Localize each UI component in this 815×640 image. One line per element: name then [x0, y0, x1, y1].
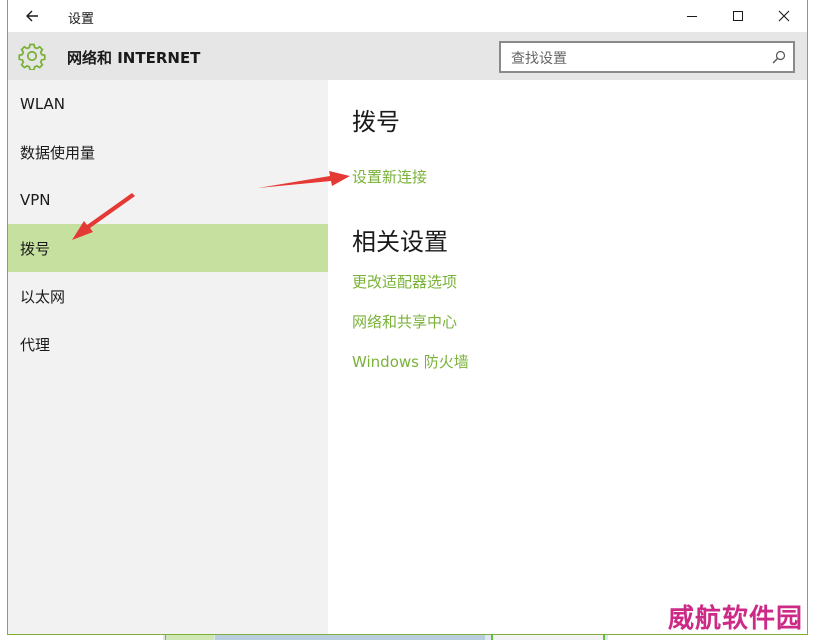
sidebar-item-dialup[interactable]: 拨号: [8, 224, 328, 272]
search-icon[interactable]: [771, 49, 787, 65]
sidebar-item-data-usage[interactable]: 数据使用量: [8, 128, 328, 176]
related-settings-title: 相关设置: [352, 228, 448, 256]
watermark: 威航软件园: [668, 604, 804, 634]
change-adapter-options-link[interactable]: 更改适配器选项: [352, 271, 457, 292]
back-arrow-icon: [26, 10, 38, 22]
title-bar: 设置: [8, 0, 807, 32]
sidebar-item-label: 拨号: [20, 239, 51, 258]
page-header: 网络和 INTERNET 查找设置: [8, 32, 807, 80]
sidebar-item-label: VPN: [20, 191, 51, 209]
minimize-icon: [687, 16, 697, 17]
minimize-button[interactable]: [669, 0, 715, 32]
close-icon: [778, 10, 790, 22]
back-button[interactable]: [18, 4, 46, 28]
sidebar: WLAN 数据使用量 VPN 拨号 以太网 代理: [8, 80, 328, 634]
main-content: 拨号 设置新连接 相关设置 更改适配器选项 网络和共享中心 Windows 防火…: [328, 80, 807, 634]
sidebar-item-label: 数据使用量: [20, 143, 96, 162]
windows-firewall-link[interactable]: Windows 防火墙: [352, 351, 469, 372]
section-title: 拨号: [352, 108, 400, 136]
sidebar-item-label: 代理: [20, 335, 51, 354]
sidebar-item-proxy[interactable]: 代理: [8, 320, 328, 368]
maximize-button[interactable]: [715, 0, 761, 32]
maximize-icon: [733, 11, 743, 21]
setup-new-connection-link[interactable]: 设置新连接: [352, 166, 427, 187]
gear-icon: [18, 43, 46, 70]
network-sharing-center-link[interactable]: 网络和共享中心: [352, 311, 457, 332]
sidebar-item-ethernet[interactable]: 以太网: [8, 272, 328, 320]
search-input[interactable]: 查找设置: [499, 41, 795, 73]
close-button[interactable]: [761, 0, 807, 32]
search-placeholder: 查找设置: [511, 51, 567, 67]
settings-window: 设置 网络和 INTERNET 查找设置 WLAN 数据使用量 VPN 拨号 以…: [8, 0, 807, 634]
sidebar-item-vpn[interactable]: VPN: [8, 176, 328, 224]
window-title: 设置: [68, 12, 95, 27]
sidebar-item-label: 以太网: [20, 287, 66, 306]
sidebar-item-wlan[interactable]: WLAN: [8, 80, 328, 128]
sidebar-item-label: WLAN: [20, 95, 66, 113]
page-title: 网络和 INTERNET: [67, 49, 201, 67]
